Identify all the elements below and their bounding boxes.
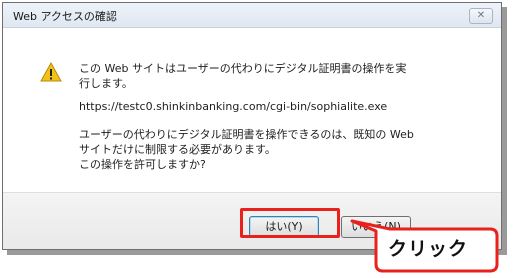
click-callout-label: クリック bbox=[388, 238, 469, 260]
dialog-content: この Web サイトはユーザーの代わりにデジタル証明書の操作を実行します。 ht… bbox=[3, 28, 501, 192]
close-button[interactable]: ✕ bbox=[469, 8, 493, 24]
site-url: https://testc0.shinkinbanking.com/cgi-bi… bbox=[79, 100, 388, 113]
message-text-2: ユーザーの代わりにデジタル証明書を操作できるのは、既知の Web サイトだけに制… bbox=[79, 127, 419, 172]
message-text-2-body: ユーザーの代わりにデジタル証明書を操作できるのは、既知の Web サイトだけに制… bbox=[79, 128, 414, 156]
title-bar: Web アクセスの確認 ✕ bbox=[3, 3, 501, 28]
highlight-box bbox=[240, 208, 340, 238]
dialog-title: Web アクセスの確認 bbox=[13, 10, 117, 23]
warning-icon bbox=[40, 62, 62, 82]
message-question: この操作を許可しますか? bbox=[79, 158, 206, 171]
close-icon: ✕ bbox=[476, 10, 486, 21]
message-text-1: この Web サイトはユーザーの代わりにデジタル証明書の操作を実行します。 bbox=[79, 62, 407, 90]
